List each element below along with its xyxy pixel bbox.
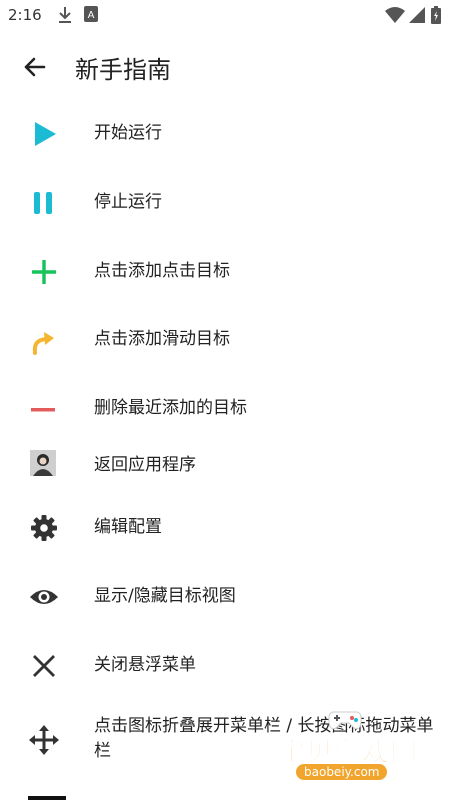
download-icon	[58, 6, 72, 28]
list-item-stop[interactable]: 停止运行	[0, 185, 450, 221]
app-bar: 新手指南	[0, 36, 450, 98]
minus-icon	[28, 393, 60, 425]
list-item-label: 停止运行	[94, 192, 162, 212]
plus-icon	[28, 256, 60, 288]
list-item-label: 开始运行	[94, 123, 162, 143]
list-item-label: 显示/隐藏目标视图	[94, 586, 236, 606]
close-icon	[28, 650, 60, 682]
watermark-url: baobeiy.com	[296, 764, 388, 780]
arrow-back-icon[interactable]	[20, 52, 50, 82]
list-item-return-app[interactable]: 返回应用程序	[0, 448, 450, 484]
wifi-icon	[385, 7, 405, 27]
list-item-label: 编辑配置	[94, 517, 162, 537]
gear-icon	[28, 512, 60, 544]
list-item-edit-config[interactable]: 编辑配置	[0, 510, 450, 546]
signal-icon	[409, 7, 425, 27]
list-item-add-click[interactable]: 点击添加点击目标	[0, 254, 450, 290]
page-title: 新手指南	[75, 56, 171, 84]
list-item-close-menu[interactable]: 关闭悬浮菜单	[0, 648, 450, 684]
pause-icon	[28, 187, 60, 219]
list-item-label: 关闭悬浮菜单	[94, 655, 196, 675]
swipe-arrow-icon	[28, 324, 60, 356]
bottom-edge-bar	[28, 796, 66, 800]
status-bar: 2:16 A	[0, 0, 450, 32]
move-icon	[28, 724, 60, 756]
list-item-label: 点击添加点击目标	[94, 261, 230, 281]
list-item-label: 返回应用程序	[94, 455, 196, 475]
list-item-add-swipe[interactable]: 点击添加滑动目标	[0, 322, 450, 358]
list-item-label: 点击添加滑动目标	[94, 329, 230, 349]
eye-icon	[28, 581, 60, 613]
list-item-start[interactable]: 开始运行	[0, 116, 450, 152]
watermark: 宝贝游戏网 baobeiy.com	[272, 706, 422, 784]
a-badge-icon: A	[84, 6, 98, 26]
app-avatar-icon	[30, 450, 62, 482]
battery-icon	[431, 6, 441, 28]
list-item-label: 删除最近添加的目标	[94, 398, 247, 418]
status-time: 2:16	[8, 6, 42, 24]
list-item-toggle-view[interactable]: 显示/隐藏目标视图	[0, 579, 450, 615]
svg-text:A: A	[88, 10, 95, 21]
list-item-delete-last[interactable]: 删除最近添加的目标	[0, 391, 450, 427]
play-icon	[28, 118, 60, 150]
